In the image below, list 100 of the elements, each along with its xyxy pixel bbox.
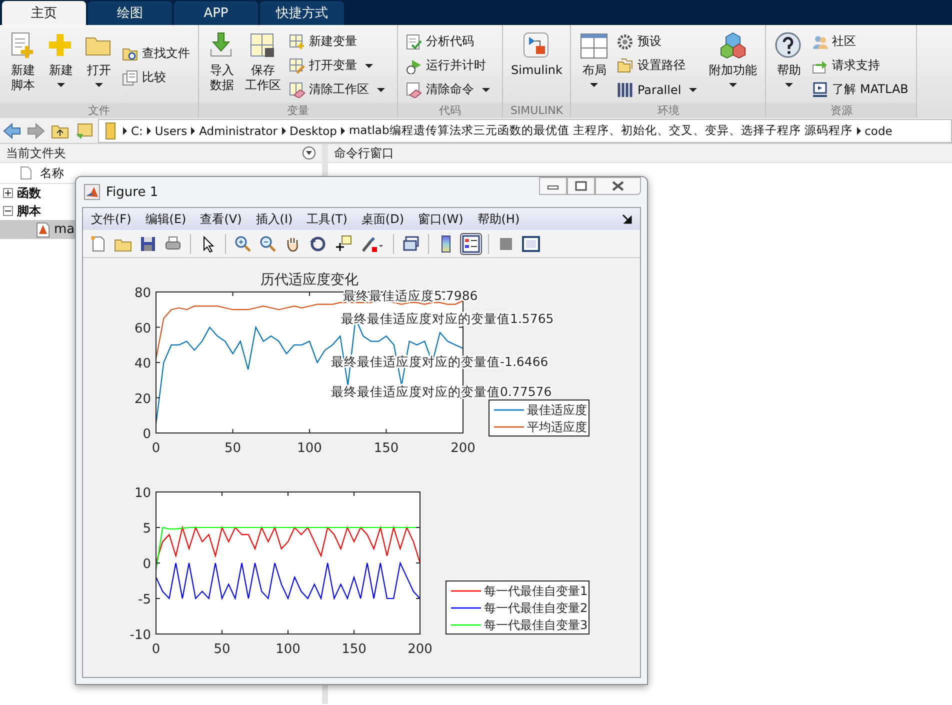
ribbon-button[interactable]: 打开 [82, 28, 116, 103]
group-label: 变量 [199, 103, 397, 118]
document-icon [20, 166, 32, 180]
menu-item[interactable]: 文件(F) [91, 210, 132, 228]
ribbon-button[interactable]: 布局 [577, 28, 612, 103]
path-segment[interactable]: C: [131, 124, 143, 138]
ribbon-button[interactable]: Simulink [509, 28, 564, 103]
ribbon-button[interactable]: 查找文件 [120, 44, 192, 62]
path-segment[interactable]: Administrator [199, 124, 278, 138]
expand-icon[interactable] [3, 188, 13, 198]
legend-label: 每一代最佳自变量1 [484, 584, 588, 598]
ribbon-button[interactable]: 比较 [120, 68, 192, 86]
ribbon-button[interactable]: 导入 数据 [205, 28, 239, 103]
column-header[interactable]: 名称 [40, 164, 64, 182]
new-document-icon [89, 234, 107, 252]
ribbon-button[interactable]: 了解 MATLAB [810, 80, 910, 98]
menu-item[interactable]: 编辑(E) [145, 210, 186, 228]
menu-item[interactable]: 桌面(D) [361, 210, 404, 228]
dock-arrow-icon[interactable] [622, 214, 632, 224]
ribbon-button[interactable]: 保存 工作区 [243, 28, 283, 103]
panel-title: 当前文件夹 [6, 144, 66, 162]
tick-label: 150 [342, 642, 366, 657]
tick-label: 40 [134, 356, 151, 372]
legend-label: 每一代最佳自变量2 [484, 601, 588, 615]
tick-label: 20 [134, 392, 151, 407]
script-file-icon [36, 222, 50, 238]
group-label: 文件 [0, 103, 198, 118]
ribbon-button[interactable]: 附加功能 [707, 28, 760, 103]
stopwatch-icon [406, 58, 422, 74]
tick-label: 0 [152, 642, 160, 657]
ribbon-button[interactable]: 设置路径 [615, 56, 704, 74]
tree-folder[interactable]: 函数 [17, 184, 41, 202]
path-segment[interactable]: Desktop [290, 124, 337, 138]
ribbon-button[interactable]: 预设 [615, 32, 704, 50]
legend-label: 平均适应度 [527, 420, 587, 434]
maximize-icon [575, 181, 587, 191]
menu-item[interactable]: 工具(T) [306, 210, 348, 228]
address-field[interactable]: C: Users Administrator Desktop matlab编程遗传算法求三元函数的最优值 主程序、初始化、交叉、变异、选择子程序 源码程序 code [98, 118, 952, 142]
layout-icon [579, 31, 610, 61]
path-segment[interactable]: code [864, 124, 892, 138]
group-label: SIMULINK [503, 103, 570, 118]
rotate-icon [309, 234, 327, 252]
legend-label: 最佳适应度 [527, 403, 587, 417]
tick-label: 150 [374, 441, 399, 456]
legend-icon [462, 234, 480, 252]
tick-label: -10 [130, 628, 151, 643]
ribbon-button[interactable]: 打开变量 [287, 56, 391, 74]
monitor-icon [812, 82, 828, 98]
grid-plus-icon [289, 34, 305, 50]
ribbon-button[interactable]: 帮助 [772, 28, 806, 103]
ribbon-tab[interactable]: APP [174, 1, 258, 25]
collapse-icon[interactable] [3, 206, 13, 216]
ribbon-tab[interactable]: 快捷方式 [260, 1, 344, 25]
tick-label: 60 [134, 321, 151, 336]
ribbon-button[interactable]: 运行并计时 [404, 56, 496, 74]
ribbon-tab[interactable]: 绘图 [88, 1, 172, 25]
documents-icon [122, 70, 138, 86]
group-label: 资源 [766, 103, 916, 118]
menu-item[interactable]: 窗口(W) [418, 210, 464, 228]
brush-icon [359, 234, 385, 252]
ribbon-button[interactable]: 清除命令 [404, 80, 496, 98]
tick-label: 100 [276, 642, 300, 657]
ribbon-button[interactable]: 新建变量 [287, 32, 391, 50]
ribbon-button[interactable]: 新建 [44, 28, 78, 103]
folder-search-icon [122, 46, 138, 62]
tick-label: 0 [152, 441, 160, 456]
ribbon-button[interactable]: Parallel [615, 80, 704, 98]
ribbon-button[interactable]: 新建 脚本 [6, 28, 40, 103]
legend-label: 每一代最佳自变量3 [484, 618, 588, 632]
tick-label: 200 [408, 642, 432, 657]
ribbon-button[interactable]: 分析代码 [404, 32, 496, 50]
matlab-logo-icon [84, 184, 100, 200]
dropdown-icon[interactable] [302, 146, 316, 160]
path-segment[interactable]: matlab编程遗传算法求三元函数的最优值 主程序、初始化、交叉、变异、选择子程序 源码程序 [348, 123, 853, 138]
menu-item[interactable]: 查看(V) [200, 210, 242, 228]
tick-label: 50 [214, 642, 230, 657]
menu-item[interactable]: 帮助(H) [477, 210, 520, 228]
back-arrow-icon[interactable] [2, 122, 22, 140]
group-label: 环境 [571, 103, 766, 118]
toolbar-button[interactable] [460, 232, 482, 254]
minimize-button[interactable] [539, 177, 567, 195]
chart-title: 历代适应度变化 [260, 272, 358, 288]
file-name: ma [54, 222, 75, 237]
zoom-out-icon [259, 234, 277, 252]
tree-folder[interactable]: 脚本 [17, 202, 41, 220]
window-title: Figure 1 [106, 184, 160, 200]
ribbon-button[interactable]: 社区 [810, 32, 910, 50]
folders-icon [617, 58, 634, 74]
ribbon-button[interactable]: 清除工作区 [287, 80, 391, 98]
menu-item[interactable]: 插入(I) [256, 210, 293, 228]
ribbon-button[interactable]: 请求支持 [810, 56, 910, 74]
tick-label: -5 [138, 592, 151, 608]
maximize-button[interactable] [567, 177, 595, 195]
path-segment[interactable]: Users [154, 124, 188, 138]
linked-windows-icon [402, 234, 420, 252]
close-button[interactable] [595, 177, 641, 195]
window-icon [522, 234, 540, 252]
panel-title: 命令行窗口 [334, 144, 394, 162]
ribbon-tab[interactable]: 主页 [2, 1, 86, 25]
tick-label: 80 [134, 286, 151, 301]
